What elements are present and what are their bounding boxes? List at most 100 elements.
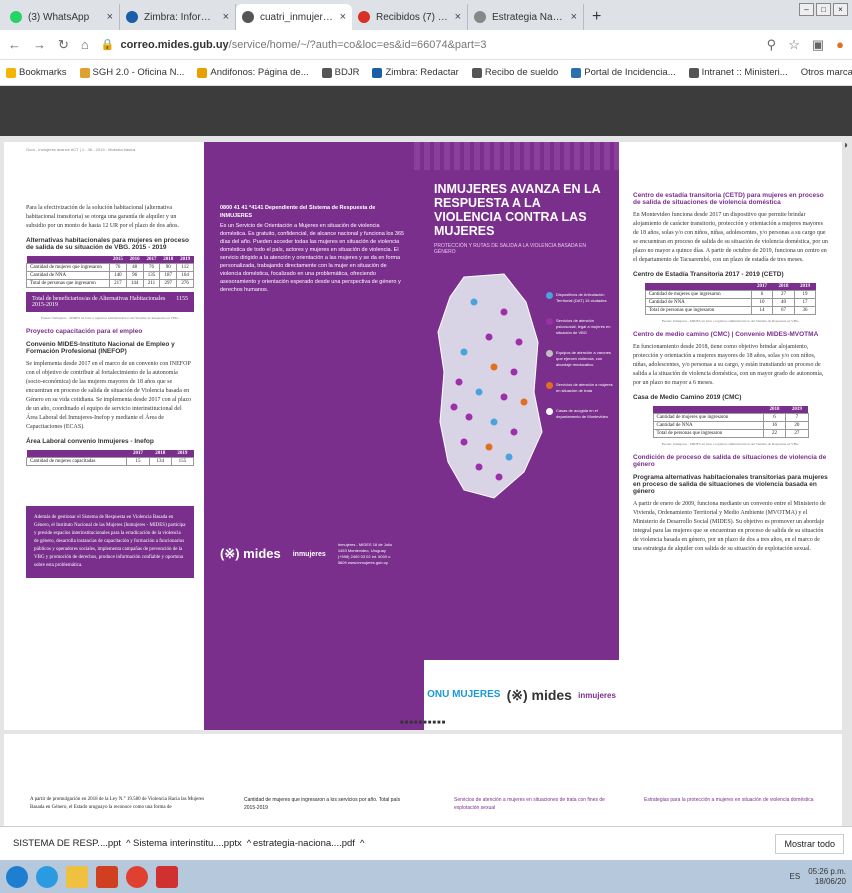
forward-icon[interactable]: → xyxy=(33,37,46,52)
column-3: INMUJERES AVANZA EN LA RESPUESTA A LA VI… xyxy=(414,142,619,730)
table-cell: 7 xyxy=(785,413,809,422)
legend-item: Servicios de atención psicosocial, legal… xyxy=(546,318,614,336)
alt-title: Alternativas habitacionales para mujeres… xyxy=(26,237,189,251)
table-cell: 6 xyxy=(762,413,787,422)
legend-item: Dispositivos de Articulación Territorial… xyxy=(546,292,614,304)
home-icon[interactable]: ⌂ xyxy=(81,37,89,52)
table-row: Cantidad de NNA 16 20 xyxy=(652,421,809,430)
legend-marker-icon xyxy=(546,318,553,325)
map-pin-icon xyxy=(490,363,498,371)
explorer-icon[interactable] xyxy=(66,865,88,888)
table-cell: 217 xyxy=(108,279,127,288)
table-cell: 276 xyxy=(176,279,194,288)
column-1: Para la efectivización de la solución ha… xyxy=(4,142,204,730)
source-note-2: Fuente: Inmujeres - MIDES en base a regi… xyxy=(661,319,800,323)
maximize-button[interactable]: □ xyxy=(816,3,831,16)
table-cell: 10 xyxy=(750,298,774,307)
ie-icon[interactable] xyxy=(36,865,58,888)
tab[interactable]: cuatri_inmujeres avance 2019 × xyxy=(236,4,352,30)
tab-close-icon[interactable]: × xyxy=(571,11,577,23)
bookmark-item[interactable]: Zimbra: Redactar xyxy=(372,67,459,78)
bookmark-item[interactable]: Bookmarks xyxy=(6,67,67,78)
download-menu-icon[interactable]: ^ xyxy=(360,838,364,849)
tab-close-icon[interactable]: × xyxy=(455,11,461,23)
legend-label: Equipos de atención a varones que ejerce… xyxy=(556,350,611,367)
tab-close-icon[interactable]: × xyxy=(223,11,229,23)
tab-bar: (3) WhatsApp×Zimbra: Informe de gestión … xyxy=(0,0,852,30)
table-cell: 187 xyxy=(159,271,178,280)
url-path: /service/home/~/?auth=co&loc=es&id=66074… xyxy=(228,38,487,51)
show-all-button[interactable]: Mostrar todo xyxy=(775,833,844,854)
table-cell: 144 xyxy=(125,279,144,288)
table-cell: Cantidad de mujeres que ingresaron xyxy=(26,263,110,272)
map-pin-icon xyxy=(490,418,498,426)
bookmark-item[interactable]: Portal de Incidencia... xyxy=(571,67,676,78)
table-row: Cantidad de mujeres que ingresaron 6 7 xyxy=(652,413,809,422)
bookmark-item[interactable]: Recibo de sueldo xyxy=(471,67,558,78)
download-item[interactable]: estrategia-naciona....pdf ^ xyxy=(248,837,364,850)
bookmark-item[interactable]: Intranet :: Ministeri... xyxy=(688,67,788,78)
table-header: 2017 xyxy=(751,283,773,291)
alt-table: 2015 2016 2017 2018 2019 Cantidad de mujeres … xyxy=(26,256,194,288)
table-cell: 14 xyxy=(750,306,774,315)
total-label: Total de beneficiarios/as de Alternativa… xyxy=(32,296,166,308)
new-tab-button[interactable]: + xyxy=(584,8,609,30)
profile-icon[interactable]: ● xyxy=(836,37,844,52)
download-item[interactable]: SISTEMA DE RESP....ppt ^ xyxy=(8,837,131,850)
cmc-table: 2018 2019 Cantidad de mujeres que ingresar… xyxy=(652,406,809,438)
bookmark-item[interactable]: BDJR xyxy=(321,67,359,78)
intro-text: Para la efectivización de la solución ha… xyxy=(26,205,179,229)
download-label: estrategia-naciona....pdf xyxy=(253,838,355,849)
table-cell: Cantidad de NNA xyxy=(652,421,764,430)
close-window-button[interactable]: × xyxy=(833,3,848,16)
bookmark-icon xyxy=(321,67,332,78)
tab[interactable]: (3) WhatsApp × xyxy=(4,4,120,30)
tab[interactable]: Zimbra: Informe de gestión y cu × xyxy=(120,4,236,30)
bookmark-label: Bookmarks xyxy=(19,67,67,78)
zoom-icon[interactable]: ⚲ xyxy=(767,37,777,53)
prog-text: A partir de enero de 2009, funciona medi… xyxy=(633,501,826,552)
legend-label: Dispositivos de Articulación Territorial… xyxy=(556,292,607,303)
tab-favicon-icon xyxy=(126,11,138,23)
reload-icon[interactable]: ↻ xyxy=(58,37,69,53)
pdf-app-icon[interactable] xyxy=(156,865,178,888)
address-bar-row: ← → ↻ ⌂ 🔒 correo.mides.gub.uy/service/ho… xyxy=(0,30,852,60)
table-cell: Cantidad de mujeres que ingresaron xyxy=(644,290,752,299)
tab[interactable]: Recibidos (7) - reneerafaela@gmai × xyxy=(352,4,468,30)
pdf-toolbar xyxy=(0,86,852,136)
system-tray: ES 05:26 p.m. 18/06/20 xyxy=(790,867,846,887)
table-cell: 164 xyxy=(176,271,194,280)
legend-label: Casas de acogida en el departamento de M… xyxy=(556,408,609,419)
table-row: Cantidad de mujeres capacitadas 15 134 155 xyxy=(25,457,195,466)
minimize-button[interactable]: – xyxy=(799,3,814,16)
table-cell: 17 xyxy=(793,298,817,307)
media-icon[interactable] xyxy=(96,865,118,888)
tab-close-icon[interactable]: × xyxy=(340,11,346,23)
tab-label: cuatri_inmujeres avance 2019 xyxy=(260,11,336,23)
p2-col1: A partir de promulgación en 2018 de la L… xyxy=(30,797,205,810)
table-cell: Cantidad de NNA xyxy=(26,271,110,280)
bookmark-item[interactable]: Andifonos: Página de... xyxy=(197,67,309,78)
bookmark-item[interactable]: SGH 2.0 - Oficina N... xyxy=(79,67,184,78)
tab[interactable]: Estrategia Nacional para la Igualda × xyxy=(468,4,584,30)
other-bookmarks[interactable]: Otros marcado xyxy=(801,67,852,78)
table-header: 2019 xyxy=(171,450,194,458)
table-cell: 134 xyxy=(148,457,172,466)
p2-col2: Cantidad de mujeres que ingresaron a los… xyxy=(244,797,401,811)
right-toggle-icon[interactable]: ◑ xyxy=(842,140,848,151)
bookmark-icon xyxy=(6,67,16,78)
table-header-row: 2017 2018 2019 xyxy=(26,450,194,458)
extension-icon[interactable]: ▣ xyxy=(812,37,824,53)
star-icon[interactable]: ☆ xyxy=(788,37,800,53)
source-note-3: Fuente: Inmujeres - MIDES en base a regi… xyxy=(661,442,800,446)
cond-title: Condición de proceso de salida de situac… xyxy=(633,454,827,468)
tab-label: Recibidos (7) - reneerafaela@gmai xyxy=(376,11,451,23)
chrome-icon[interactable] xyxy=(126,865,148,888)
language-indicator[interactable]: ES xyxy=(790,872,801,882)
cmc-text: En funcionamiento desde 2018, tiene como… xyxy=(633,344,824,386)
back-icon[interactable]: ← xyxy=(8,37,21,52)
url-input[interactable]: 🔒 correo.mides.gub.uy/service/home/~/?au… xyxy=(101,34,755,56)
download-item[interactable]: Sistema interinstitu....pptx ^ xyxy=(128,837,251,850)
start-button[interactable] xyxy=(6,865,28,888)
tab-close-icon[interactable]: × xyxy=(107,11,113,23)
